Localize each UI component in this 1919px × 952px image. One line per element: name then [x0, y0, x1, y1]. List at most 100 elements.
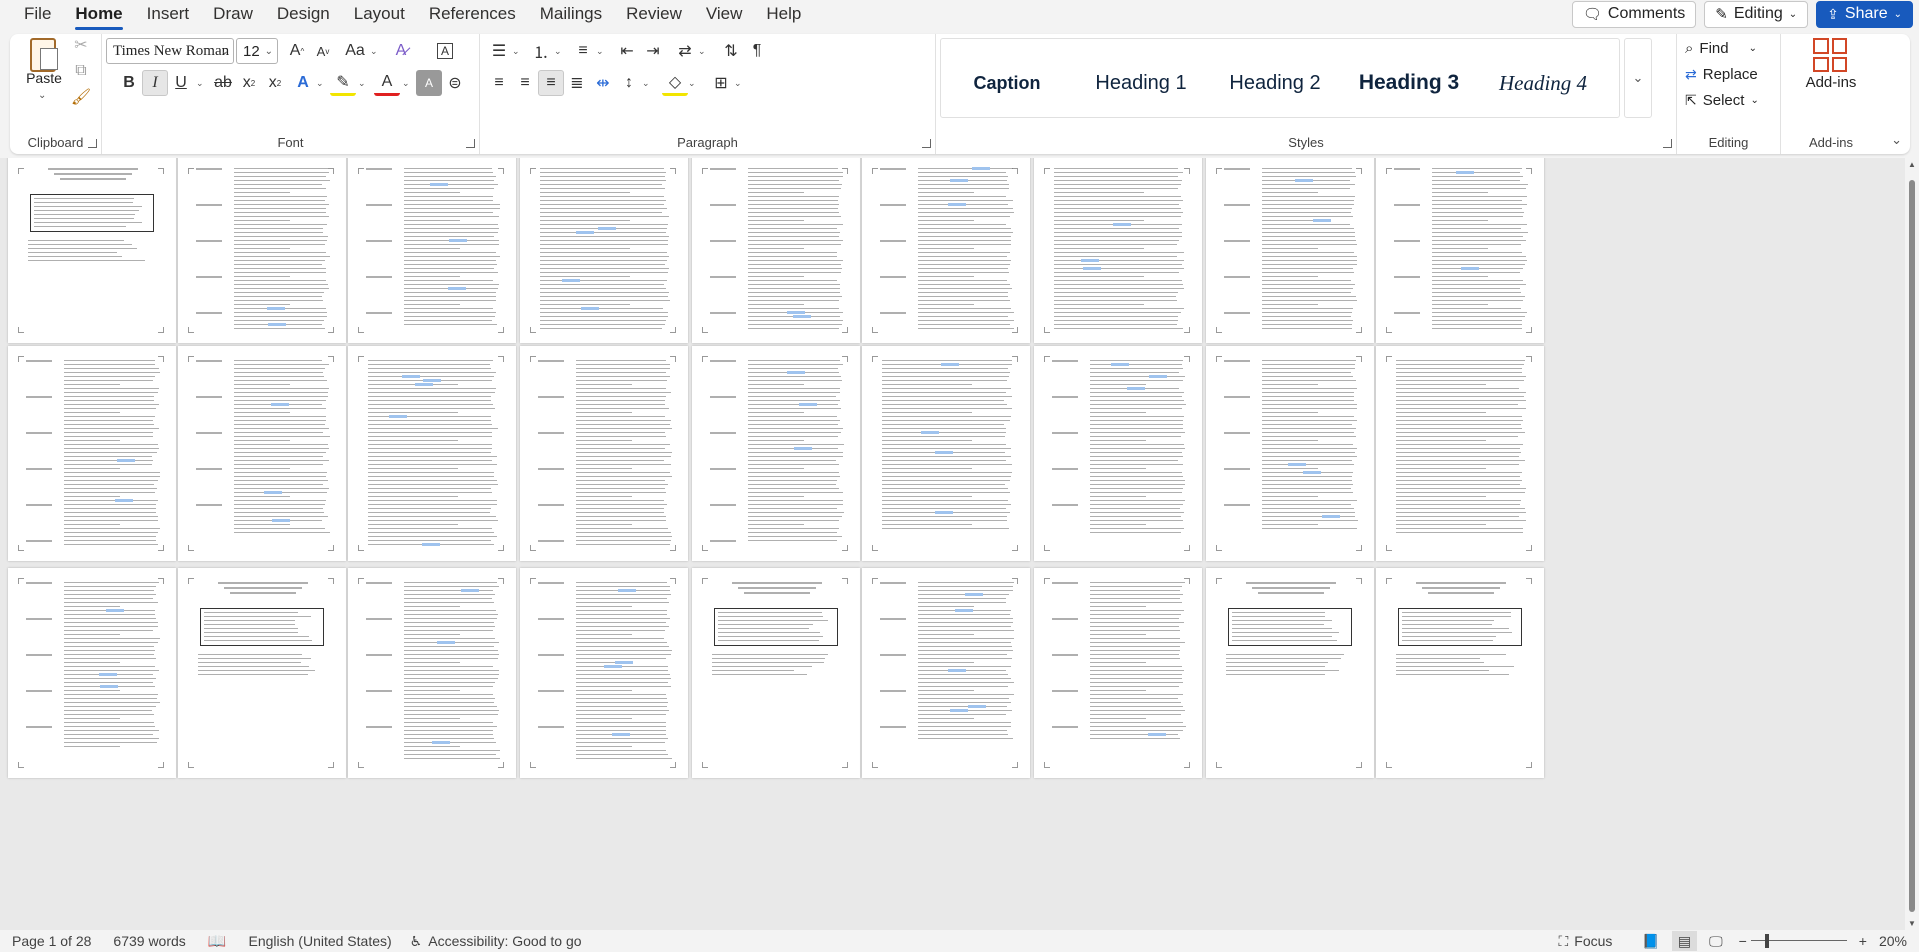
highlight-icon[interactable]: ✎: [330, 70, 356, 96]
tab-references[interactable]: References: [417, 0, 528, 30]
tab-draw[interactable]: Draw: [201, 0, 265, 30]
justify-icon[interactable]: ≣: [564, 70, 590, 96]
page-thumbnail[interactable]: [520, 346, 688, 561]
tab-insert[interactable]: Insert: [135, 0, 202, 30]
subscript-icon[interactable]: x2: [236, 70, 262, 96]
zoom-slider-handle[interactable]: [1764, 934, 1769, 948]
font-launcher-icon[interactable]: [466, 139, 475, 148]
cut-icon[interactable]: ✂: [68, 32, 94, 58]
editing-mode-button[interactable]: ✎ Editing ⌄: [1704, 0, 1809, 28]
superscript-icon[interactable]: x2: [262, 70, 288, 96]
style-caption[interactable]: Caption: [941, 47, 1073, 119]
bullets-icon[interactable]: ☰: [486, 38, 512, 64]
focus-button[interactable]: ⛶ Focus: [1558, 933, 1612, 950]
zoom-in-icon[interactable]: +: [1859, 933, 1867, 949]
format-painter-icon[interactable]: 🖌: [68, 84, 94, 110]
text-direction-icon[interactable]: ⇄: [672, 38, 698, 64]
text-box-icon[interactable]: A: [432, 38, 458, 64]
tab-home[interactable]: Home: [63, 0, 134, 30]
page-indicator[interactable]: Page 1 of 28: [12, 933, 91, 949]
find-button[interactable]: ⌕ Find ⌄: [1685, 36, 1757, 60]
scrollbar-thumb[interactable]: [1909, 180, 1915, 912]
page-thumbnail[interactable]: [862, 568, 1030, 778]
styles-more-button[interactable]: ⌄: [1624, 38, 1652, 118]
underline-icon[interactable]: U: [168, 70, 194, 96]
scroll-up-icon[interactable]: ▲: [1908, 160, 1916, 169]
page-thumbnail[interactable]: [692, 158, 860, 343]
select-button[interactable]: ⇱ Select ⌄: [1685, 88, 1759, 112]
page-thumbnail[interactable]: [520, 568, 688, 778]
accessibility-indicator[interactable]: ♿ Accessibility: Good to go: [410, 933, 582, 950]
word-count[interactable]: 6739 words: [113, 933, 185, 949]
page-thumbnail[interactable]: [862, 346, 1030, 561]
tab-help[interactable]: Help: [754, 0, 813, 30]
shrink-font-icon[interactable]: Av: [310, 38, 336, 64]
read-mode-icon[interactable]: 📘: [1642, 933, 1659, 950]
page-thumbnail[interactable]: [1206, 568, 1374, 778]
replace-button[interactable]: ⇄ Replace: [1685, 62, 1758, 86]
font-size-field[interactable]: 12 ⌄: [236, 38, 278, 64]
font-color-icon[interactable]: A: [374, 70, 400, 96]
show-formatting-icon[interactable]: ¶: [744, 38, 770, 64]
copy-icon[interactable]: ⧉: [68, 58, 94, 84]
page-thumbnail[interactable]: [348, 568, 516, 778]
tab-view[interactable]: View: [694, 0, 755, 30]
clear-formatting-icon[interactable]: A̷: [388, 38, 414, 64]
addins-button[interactable]: Add-ins: [1801, 38, 1861, 108]
change-case-icon[interactable]: Aa: [342, 38, 368, 64]
style-heading-2[interactable]: Heading 2: [1209, 47, 1341, 119]
style-heading-4[interactable]: Heading 4: [1477, 47, 1609, 119]
tab-mailings[interactable]: Mailings: [528, 0, 614, 30]
tab-layout[interactable]: Layout: [342, 0, 417, 30]
decrease-indent-icon[interactable]: ⇤: [614, 38, 640, 64]
page-thumbnail[interactable]: [348, 346, 516, 561]
page-thumbnail[interactable]: [8, 346, 176, 561]
grow-font-icon[interactable]: A ^: [284, 38, 310, 64]
page-thumbnail[interactable]: [862, 158, 1030, 343]
share-button[interactable]: ⇪ Share ⌄: [1816, 0, 1913, 28]
page-thumbnail[interactable]: [178, 158, 346, 343]
page-thumbnail[interactable]: [692, 568, 860, 778]
page-thumbnail[interactable]: [1376, 346, 1544, 561]
styles-launcher-icon[interactable]: [1663, 139, 1672, 148]
increase-indent-icon[interactable]: ⇥: [640, 38, 666, 64]
align-left-icon[interactable]: ≡: [486, 70, 512, 96]
page-thumbnail[interactable]: [1376, 568, 1544, 778]
zoom-out-icon[interactable]: −: [1739, 933, 1747, 949]
borders-icon[interactable]: ⊞: [708, 70, 734, 96]
shading-icon[interactable]: A: [416, 70, 442, 96]
page-thumbnail[interactable]: [692, 346, 860, 561]
page-thumbnail[interactable]: [1206, 158, 1374, 343]
enclose-characters-icon[interactable]: ⊜: [442, 70, 468, 96]
print-layout-icon[interactable]: ▤: [1671, 931, 1698, 951]
tab-review[interactable]: Review: [614, 0, 694, 30]
page-thumbnail[interactable]: [8, 568, 176, 778]
tab-file[interactable]: File: [12, 0, 63, 30]
align-center-icon[interactable]: ≡: [512, 70, 538, 96]
web-layout-icon[interactable]: 🖵: [1709, 933, 1723, 950]
page-thumbnail[interactable]: [348, 158, 516, 343]
align-right-icon[interactable]: ≡: [538, 70, 564, 96]
page-thumbnail[interactable]: [8, 158, 176, 343]
tab-design[interactable]: Design: [265, 0, 342, 30]
page-thumbnail[interactable]: [1376, 158, 1544, 343]
document-canvas[interactable]: [0, 158, 1905, 930]
strikethrough-icon[interactable]: ab: [210, 70, 236, 96]
font-name-field[interactable]: Times New Roman ⌄: [106, 38, 234, 64]
vertical-scrollbar[interactable]: ▲ ▼: [1905, 158, 1919, 930]
page-thumbnail[interactable]: [1034, 158, 1202, 343]
collapse-ribbon-icon[interactable]: ⌄: [1891, 132, 1902, 148]
page-thumbnail[interactable]: [1034, 346, 1202, 561]
paragraph-launcher-icon[interactable]: [922, 139, 931, 148]
page-thumbnail[interactable]: [178, 346, 346, 561]
page-thumbnail[interactable]: [178, 568, 346, 778]
distributed-icon[interactable]: ⇹: [590, 70, 616, 96]
italic-icon[interactable]: I: [142, 70, 168, 96]
paste-button[interactable]: Paste ⌄: [24, 38, 64, 108]
comments-button[interactable]: 🗨 Comments: [1571, 0, 1697, 28]
zoom-slider[interactable]: [1750, 930, 1847, 952]
bold-icon[interactable]: B: [116, 70, 142, 96]
proofing-status[interactable]: 📖: [208, 932, 227, 950]
zoom-level[interactable]: 20%: [1879, 933, 1907, 949]
scroll-down-icon[interactable]: ▼: [1908, 919, 1916, 928]
